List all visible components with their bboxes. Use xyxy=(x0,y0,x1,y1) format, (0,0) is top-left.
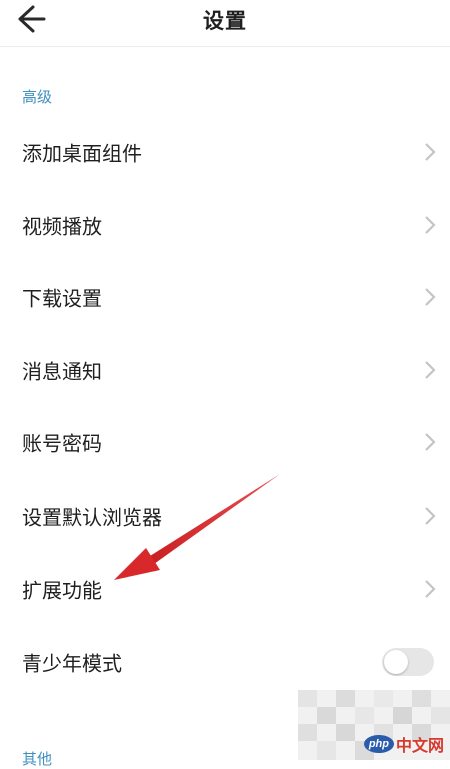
watermark-badge: php xyxy=(363,735,394,753)
page-title: 设置 xyxy=(203,9,247,33)
chevron-right-icon xyxy=(425,288,436,306)
settings-item-download-settings[interactable]: 下载设置 xyxy=(0,261,450,333)
settings-item-extensions[interactable]: 扩展功能 xyxy=(0,553,450,625)
chevron-right-icon xyxy=(425,433,436,451)
settings-item-label: 添加桌面组件 xyxy=(22,141,142,166)
watermark-text: 中文网 xyxy=(395,738,444,755)
chevron-right-icon xyxy=(425,361,436,379)
chevron-right-icon xyxy=(425,143,436,161)
section-label-advanced: 高级 xyxy=(22,88,53,106)
settings-item-label: 消息通知 xyxy=(22,359,102,384)
watermark-mosaic: php 中文网 xyxy=(298,690,450,760)
settings-item-label: 视频播放 xyxy=(22,214,102,239)
settings-item-teen-mode: 青少年模式 xyxy=(0,626,450,698)
chevron-right-icon xyxy=(425,216,436,234)
chevron-right-icon xyxy=(425,580,436,598)
settings-item-label: 账号密码 xyxy=(22,431,102,456)
settings-item-label: 扩展功能 xyxy=(22,578,102,603)
chevron-right-icon xyxy=(425,507,436,525)
section-label-other: 其他 xyxy=(22,750,53,768)
settings-item-default-browser[interactable]: 设置默认浏览器 xyxy=(0,480,450,552)
settings-item-label: 下载设置 xyxy=(22,286,102,311)
settings-item-label: 青少年模式 xyxy=(22,651,122,676)
settings-item-notifications[interactable]: 消息通知 xyxy=(0,334,450,406)
settings-item-account-password[interactable]: 账号密码 xyxy=(0,406,450,478)
teen-mode-toggle[interactable] xyxy=(382,648,434,676)
top-bar: 设置 xyxy=(0,0,450,40)
settings-item-video-playback[interactable]: 视频播放 xyxy=(0,189,450,261)
settings-item-add-widget[interactable]: 添加桌面组件 xyxy=(0,116,450,188)
toggle-knob xyxy=(384,650,408,674)
settings-item-label: 设置默认浏览器 xyxy=(22,505,162,530)
header-divider xyxy=(0,46,450,47)
watermark-logo: php 中文网 xyxy=(363,732,444,756)
